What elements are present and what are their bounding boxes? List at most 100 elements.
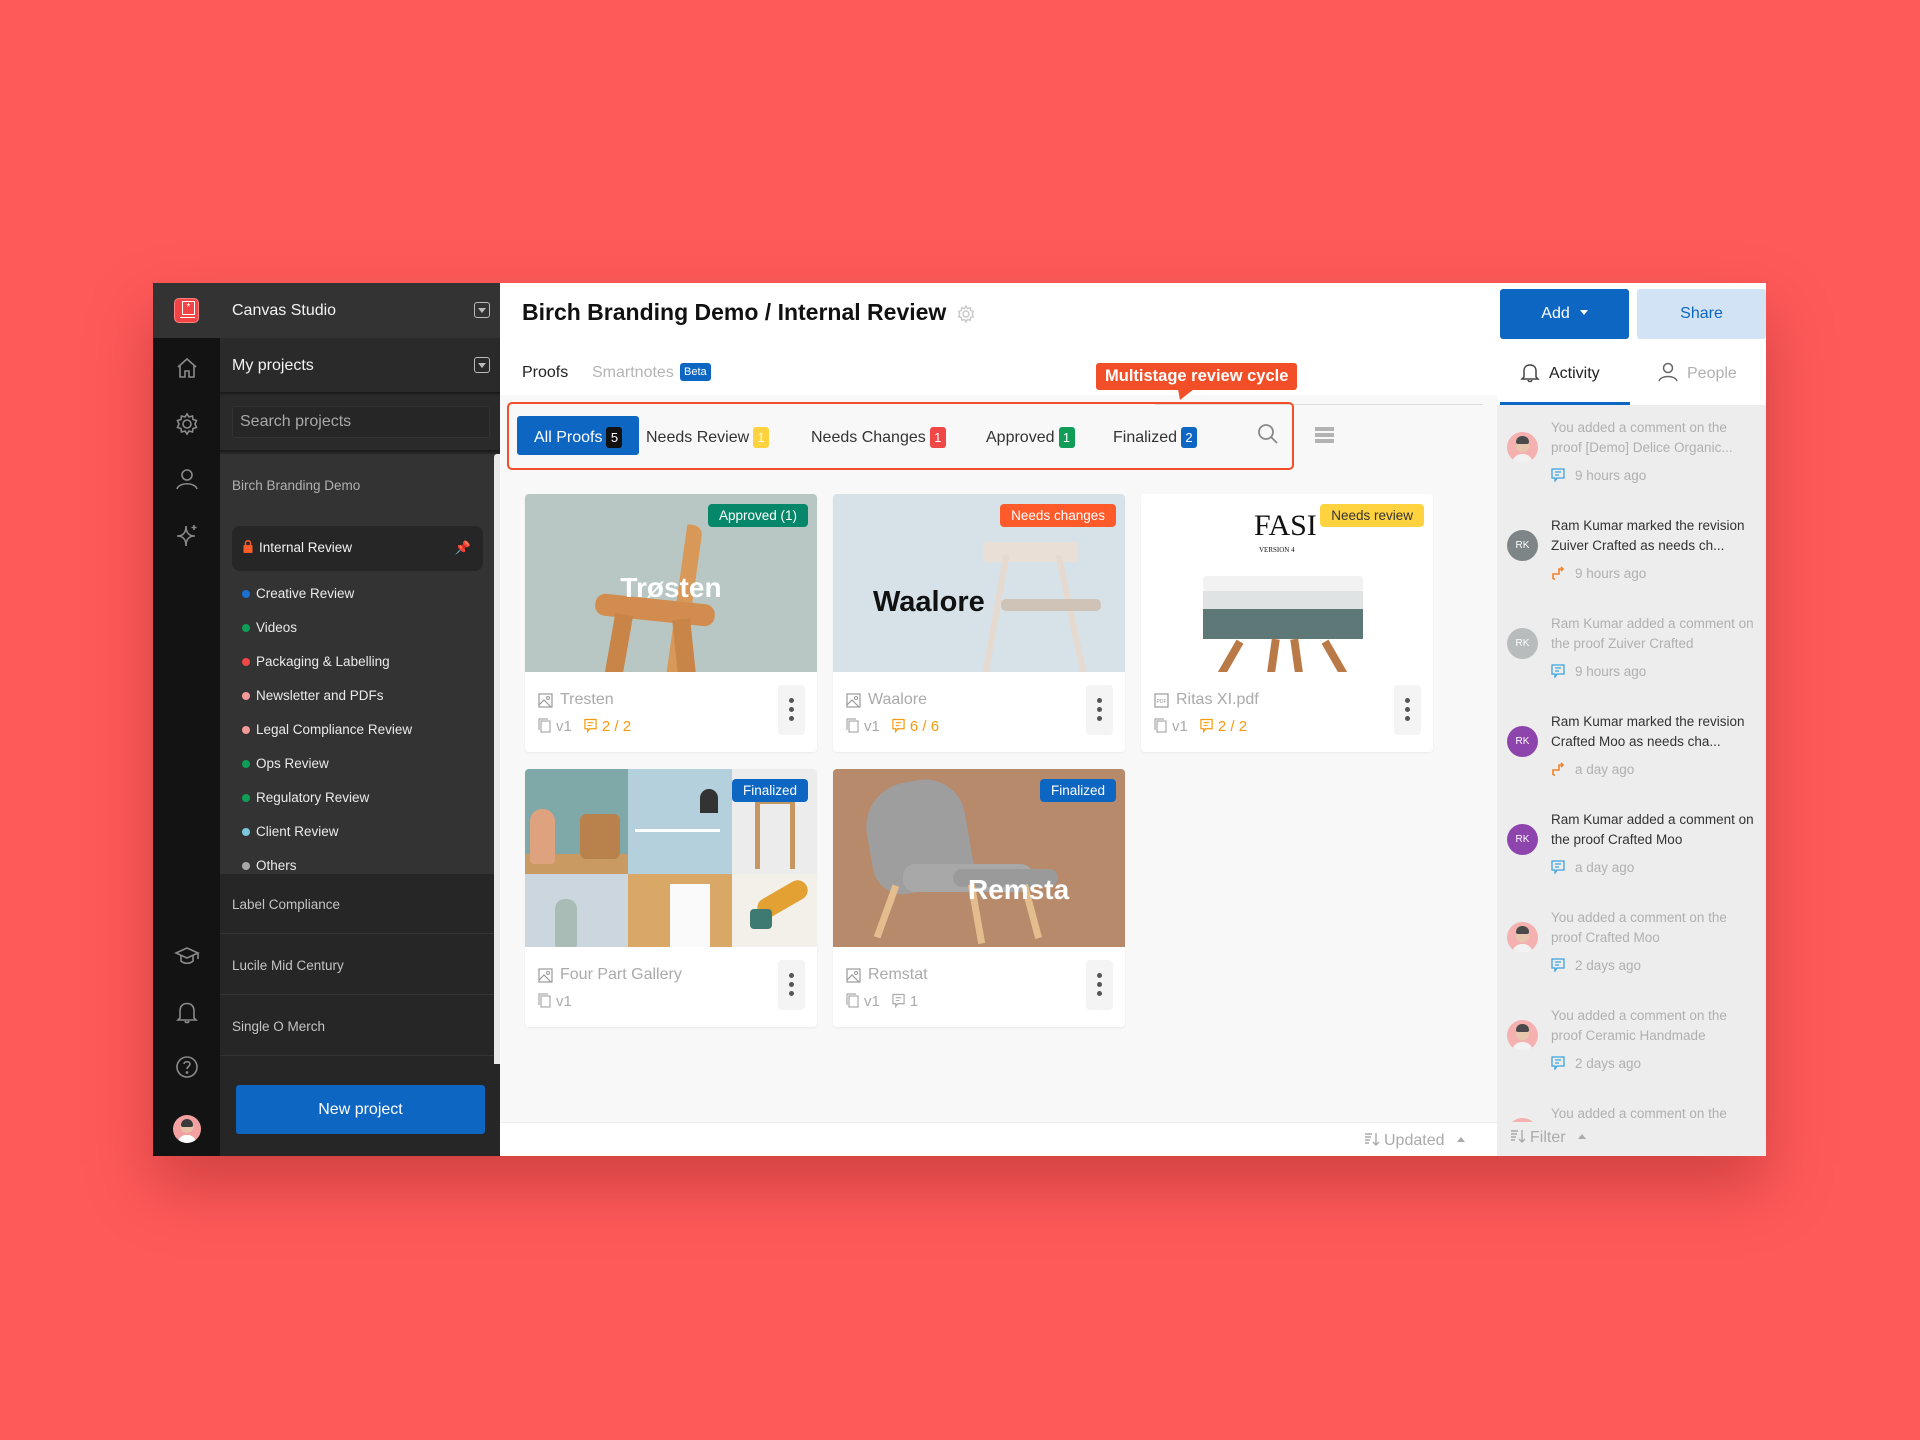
more-options-button[interactable]	[1086, 685, 1113, 735]
proof-card[interactable]: Finalized Four Part Gallery v1	[525, 769, 817, 1027]
settings-gear-icon[interactable]	[174, 411, 200, 437]
file-type-icon: PDF	[1154, 693, 1169, 708]
proof-card[interactable]: Trøsten Approved (1) Tresten v1 2 / 2	[525, 494, 817, 752]
proof-card[interactable]: Waalore Needs changes Waalore v1 6 / 6	[833, 494, 1125, 752]
comment-icon	[1200, 718, 1213, 733]
learn-graduation-cap-icon[interactable]	[174, 943, 200, 969]
project-settings-gear-icon[interactable]	[956, 304, 976, 324]
list-view-icon[interactable]	[1315, 427, 1334, 443]
activity-item[interactable]: You added a comment on the proof Crafted…	[1497, 898, 1766, 996]
comment-count: 1	[892, 993, 918, 1010]
my-projects-title: My projects	[232, 357, 314, 374]
proof-card[interactable]: Remsta Finalized Remstat v1 1	[833, 769, 1125, 1027]
more-options-button[interactable]	[778, 685, 805, 735]
status-badge: Needs changes	[1000, 504, 1116, 527]
tab-activity-label: Activity	[1549, 365, 1600, 382]
tab-smartnotes[interactable]: Smartnotes	[592, 364, 674, 382]
activity-panel: Add Share Activity People You added a co…	[1497, 283, 1766, 1156]
active-tab-indicator	[1500, 402, 1630, 405]
sidebar-item-label: Others	[256, 858, 297, 873]
user-icon[interactable]	[174, 466, 200, 492]
more-options-button[interactable]	[1086, 960, 1113, 1010]
thumb-title: Trøsten	[620, 572, 722, 603]
add-label: Add	[1541, 305, 1570, 322]
icon-rail	[153, 283, 220, 1156]
filter-tab-label: Needs Review	[646, 429, 750, 446]
proof-name[interactable]: Ritas XI.pdf	[1176, 691, 1259, 709]
activity-item[interactable]: RK Ram Kumar marked the revision Crafted …	[1497, 702, 1766, 800]
user-avatar[interactable]	[173, 1115, 201, 1143]
sidebar-project[interactable]: Single O Merch	[220, 996, 500, 1056]
versions-icon	[538, 718, 551, 733]
pin-icon[interactable]: 📌	[455, 540, 471, 556]
proof-name[interactable]: Waalore	[868, 691, 927, 709]
activity-item[interactable]: You added a comment on the proof [Demo] …	[1497, 408, 1766, 506]
proof-name[interactable]: Four Part Gallery	[560, 966, 682, 984]
color-dot-icon	[242, 624, 250, 632]
beta-badge: Beta	[680, 363, 711, 381]
thumb-title: Remsta	[968, 874, 1070, 905]
activity-item[interactable]: RK Ram Kumar added a comment on the proof…	[1497, 800, 1766, 898]
tab-activity[interactable]: Activity	[1519, 361, 1600, 383]
filter-tab-finalized[interactable]: Finalized 2	[1113, 416, 1198, 455]
versions-icon	[538, 993, 551, 1008]
sidebar-item-label: Videos	[256, 620, 298, 635]
proof-card[interactable]: FASI VERSION 4 Needs review PDF Ritas XI.pdf…	[1141, 494, 1433, 752]
my-projects-header[interactable]: My projects	[220, 338, 500, 394]
color-dot-icon	[242, 828, 250, 836]
filter-sort-icon	[1511, 1130, 1526, 1143]
color-dot-icon	[242, 692, 250, 700]
workspace-dropdown-icon[interactable]	[474, 302, 490, 318]
home-icon[interactable]	[174, 355, 200, 381]
new-project-button[interactable]: New project	[236, 1085, 485, 1134]
add-button[interactable]: Add	[1500, 289, 1629, 339]
sidebar-item-label: Internal Review	[259, 540, 353, 555]
status-change-icon	[1552, 762, 1565, 776]
filter-tab-approved[interactable]: Approved 1	[986, 416, 1075, 455]
page-title: Birch Branding Demo / Internal Review	[522, 299, 947, 325]
status-badge: Needs review	[1320, 504, 1424, 527]
versions-icon	[1154, 718, 1167, 733]
proof-name[interactable]: Remstat	[868, 966, 928, 984]
search-proofs-icon[interactable]	[1257, 423, 1281, 447]
filter-tab-needs-review[interactable]: Needs Review 1	[646, 416, 770, 455]
proof-meta: v1 1	[846, 993, 918, 1010]
thumb-subtitle: VERSION 4	[1259, 546, 1295, 554]
activity-text: You added a comment on the proof [Demo] …	[1551, 420, 1733, 455]
share-button[interactable]: Share	[1637, 289, 1766, 339]
tab-proofs[interactable]: Proofs	[522, 364, 568, 382]
color-dot-icon	[242, 726, 250, 734]
search-projects-input[interactable]	[232, 406, 490, 438]
notifications-bell-icon[interactable]	[174, 999, 200, 1025]
filter-tab-needs-changes[interactable]: Needs Changes 1	[811, 416, 946, 455]
filter-tab-all-proofs[interactable]: All Proofs 5	[517, 416, 640, 455]
my-projects-dropdown-icon[interactable]	[474, 357, 490, 373]
sparkle-icon[interactable]	[174, 522, 200, 548]
help-question-icon[interactable]	[174, 1054, 200, 1080]
activity-item[interactable]: RK Ram Kumar added a comment on the proof…	[1497, 604, 1766, 702]
comment-count: 6 / 6	[892, 718, 939, 735]
sort-updated-button[interactable]: Updated	[1364, 1131, 1465, 1150]
proof-name[interactable]: Tresten	[560, 691, 614, 709]
tab-people[interactable]: People	[1657, 361, 1737, 383]
sidebar-project[interactable]: Label Compliance	[220, 874, 500, 934]
sidebar-project[interactable]: Lucile Mid Century	[220, 935, 500, 995]
comment-icon	[1551, 958, 1565, 974]
activity-item[interactable]: RK Ram Kumar marked the revision Zuiver C…	[1497, 506, 1766, 604]
sort-icon	[1365, 1133, 1380, 1146]
project-group-title[interactable]: Birch Branding Demo	[232, 478, 360, 493]
more-options-button[interactable]	[1394, 685, 1421, 735]
comment-icon	[1551, 468, 1565, 484]
activity-time: 9 hours ago	[1551, 566, 1646, 581]
workspace-switcher[interactable]: Canvas Studio	[220, 283, 500, 338]
activity-panel-header: Add Share Activity People	[1497, 283, 1766, 405]
activity-item[interactable]: You added a comment on the proof Ceramic…	[1497, 996, 1766, 1094]
app-logo-icon[interactable]	[174, 298, 199, 323]
filter-count-badge: 1	[753, 427, 770, 448]
sidebar-item-internal-review[interactable]: Internal Review 📌	[232, 526, 483, 571]
avatar: RK	[1507, 530, 1538, 561]
more-options-button[interactable]	[778, 960, 805, 1010]
color-dot-icon	[242, 658, 250, 666]
activity-filter-button[interactable]: Filter	[1510, 1128, 1586, 1147]
pdf-file-icon: PDF	[1154, 693, 1169, 708]
